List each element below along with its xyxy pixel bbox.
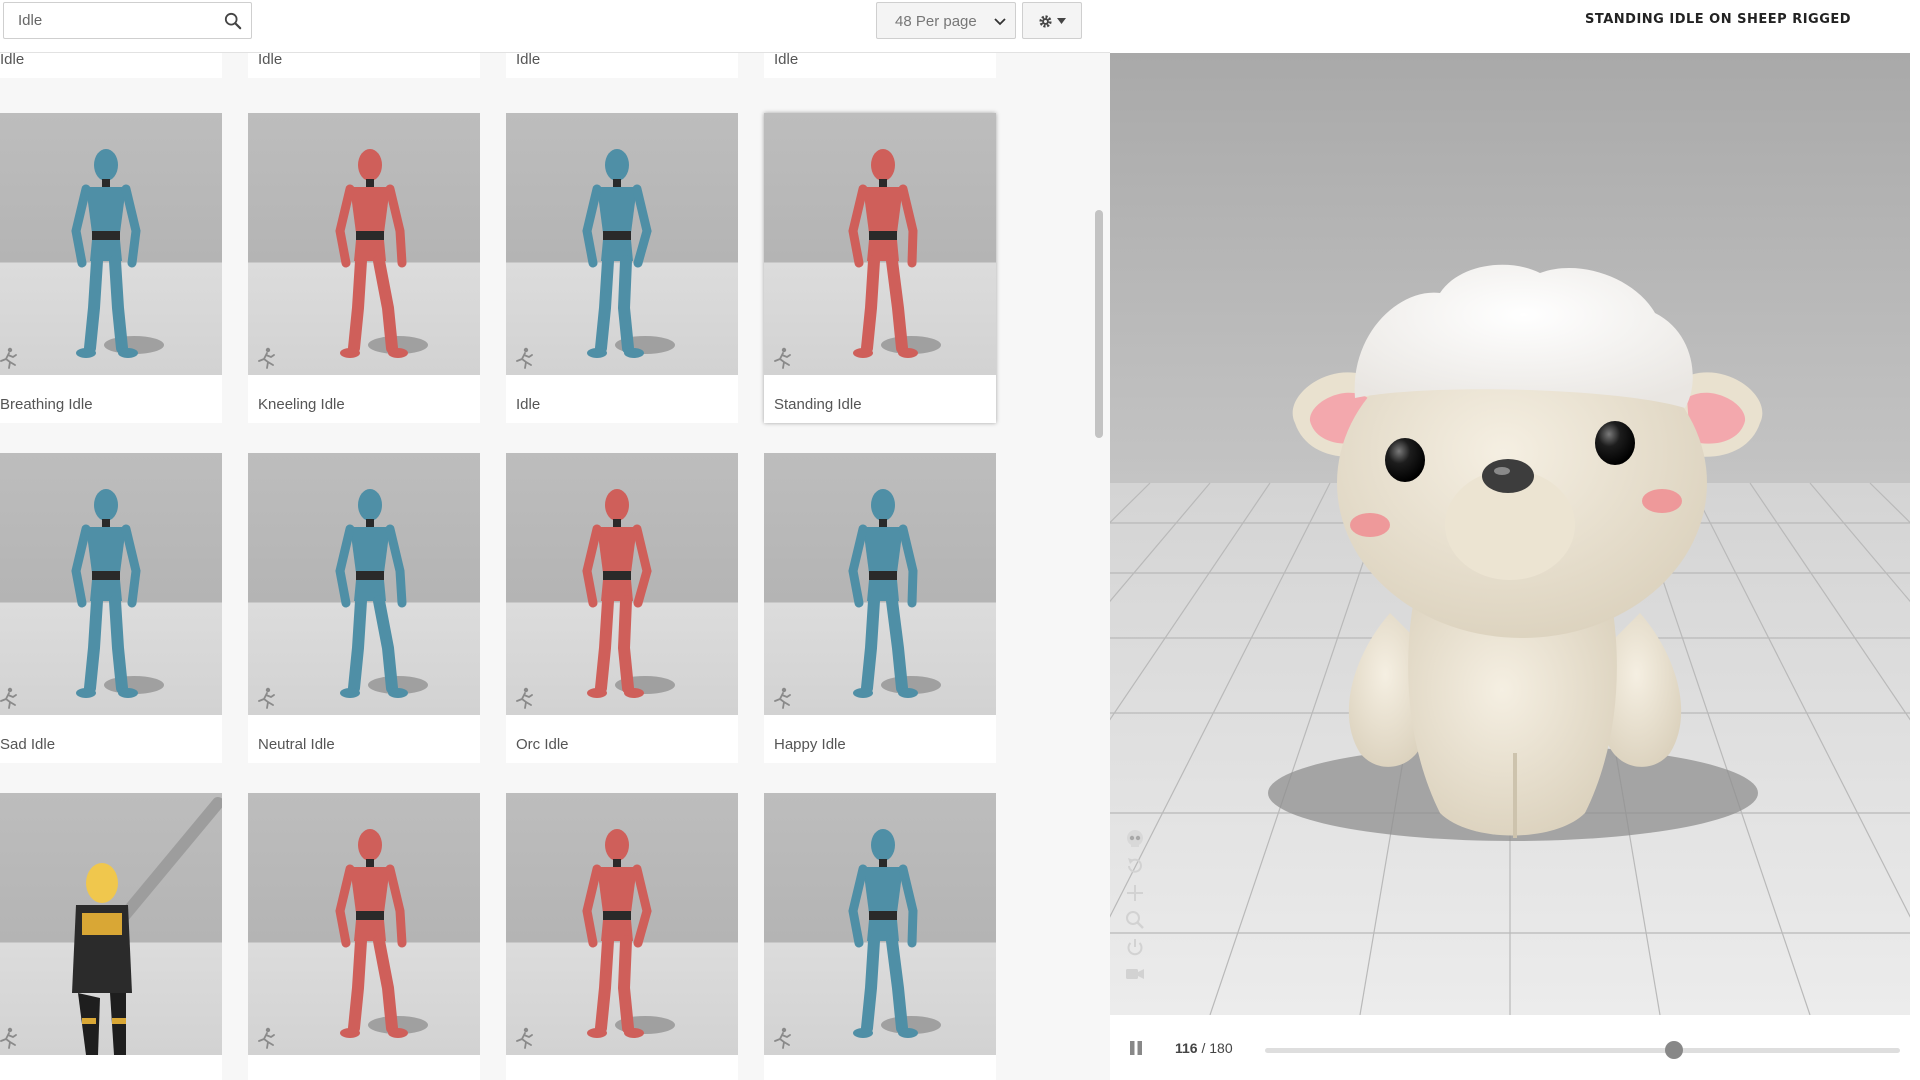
animation-name: Sad Idle xyxy=(0,736,56,753)
run-icon xyxy=(774,687,791,709)
search-icon[interactable] xyxy=(224,12,242,30)
total-frames: / 180 xyxy=(1201,1040,1233,1056)
animation-thumbnail[interactable] xyxy=(506,453,738,715)
run-icon xyxy=(258,1027,275,1049)
animation-name: Standing Idle xyxy=(774,396,862,413)
run-icon xyxy=(516,347,533,369)
run-icon xyxy=(774,347,791,369)
animation-name: Kneeling Idle xyxy=(258,396,345,413)
timeline-slider[interactable] xyxy=(1265,1048,1900,1053)
viewer-tools xyxy=(1124,828,1148,990)
settings-dropdown-button[interactable] xyxy=(1022,2,1082,39)
viewer-header: STANDING IDLE ON SHEEP RIGGED xyxy=(1110,0,1920,53)
chevron-down-icon xyxy=(994,18,1006,26)
animation-grid: Idle Idle Idle Idle Breathing Idle Kneeling I… xyxy=(0,53,1090,1080)
animation-browser: 48 Per page Idle Idle Idle Idle Breathing Id… xyxy=(0,0,1110,1080)
animation-thumbnail[interactable] xyxy=(506,793,738,1055)
character-preview xyxy=(582,489,675,698)
animation-card[interactable]: Neutral Idle xyxy=(248,453,480,763)
skull-icon[interactable] xyxy=(1124,828,1146,850)
animation-name: Idle xyxy=(0,53,25,68)
character-preview xyxy=(848,489,941,698)
animation-card[interactable]: Orc Idle xyxy=(506,453,738,763)
animation-thumbnail[interactable] xyxy=(248,113,480,375)
scrollbar-thumb[interactable] xyxy=(1095,210,1103,438)
caret-down-icon xyxy=(1057,18,1066,24)
animation-thumbnail[interactable] xyxy=(248,793,480,1055)
animation-name: Idle xyxy=(774,53,799,68)
animation-name: Idle xyxy=(516,396,541,413)
character-preview xyxy=(848,149,941,358)
animation-thumbnail[interactable] xyxy=(248,453,480,715)
character-preview xyxy=(71,149,164,358)
character-preview xyxy=(72,797,222,1055)
playback-bar: 116 / 180 xyxy=(1110,1015,1920,1080)
run-icon xyxy=(774,1027,791,1049)
per-page-select[interactable]: 48 Per page xyxy=(876,2,1016,39)
gear-icon xyxy=(1039,15,1052,28)
character-preview xyxy=(71,489,164,698)
search-box[interactable] xyxy=(3,2,252,39)
run-icon xyxy=(258,347,275,369)
run-icon xyxy=(0,687,17,709)
animation-title: STANDING IDLE ON SHEEP RIGGED xyxy=(1585,12,1852,27)
frame-counter: 116 / 180 xyxy=(1175,1040,1233,1056)
animation-name: Breathing Idle xyxy=(0,396,93,413)
run-icon xyxy=(258,687,275,709)
browse-toolbar: 48 Per page xyxy=(0,0,1110,53)
power-icon[interactable] xyxy=(1124,936,1146,958)
animation-thumbnail[interactable] xyxy=(0,113,222,375)
animation-thumbnail[interactable] xyxy=(506,113,738,375)
character-preview xyxy=(335,829,428,1038)
per-page-label: 48 Per page xyxy=(895,13,977,30)
rotate-icon[interactable] xyxy=(1124,855,1146,877)
timeline-slider-handle[interactable] xyxy=(1664,1041,1683,1059)
camera-icon[interactable] xyxy=(1124,963,1146,985)
animation-card[interactable]: Kneeling Idle xyxy=(248,113,480,423)
search-input[interactable] xyxy=(18,3,218,38)
animation-card[interactable] xyxy=(0,793,222,1080)
animation-name: Neutral Idle xyxy=(258,736,335,753)
character-preview xyxy=(582,149,675,358)
animation-card[interactable]: Sad Idle xyxy=(0,453,222,763)
animation-name: Idle xyxy=(258,53,283,68)
character-preview xyxy=(335,149,428,358)
animation-name: Orc Idle xyxy=(516,736,569,753)
animation-card[interactable]: Idle xyxy=(506,113,738,423)
animation-card[interactable] xyxy=(764,793,996,1080)
animation-card[interactable]: Idle xyxy=(0,53,222,78)
current-frame: 116 xyxy=(1175,1040,1198,1056)
scrollbar-track[interactable] xyxy=(1090,53,1110,1080)
zoom-icon[interactable] xyxy=(1124,909,1146,931)
run-icon xyxy=(516,687,533,709)
animation-name: Happy Idle xyxy=(774,736,846,753)
animation-card[interactable]: Happy Idle xyxy=(764,453,996,763)
animation-thumbnail[interactable] xyxy=(764,793,996,1055)
animation-card[interactable]: Idle xyxy=(506,53,738,78)
animation-thumbnail[interactable] xyxy=(0,453,222,715)
run-icon xyxy=(0,347,17,369)
character-preview xyxy=(335,489,428,698)
animation-card[interactable] xyxy=(248,793,480,1080)
animation-card[interactable]: Idle xyxy=(248,53,480,78)
animation-thumbnail[interactable] xyxy=(0,793,222,1055)
animation-name: Idle xyxy=(516,53,541,68)
character-preview xyxy=(582,829,675,1038)
model-viewer: STANDING IDLE ON SHEEP RIGGED 116 / 180 xyxy=(1110,0,1920,1080)
run-icon xyxy=(0,1027,17,1049)
pause-icon[interactable] xyxy=(1128,1040,1144,1056)
animation-card[interactable]: Idle xyxy=(764,53,996,78)
animation-thumbnail[interactable] xyxy=(764,453,996,715)
3d-viewport[interactable] xyxy=(1110,53,1910,1015)
animation-card[interactable]: Standing Idle xyxy=(764,113,996,423)
character-preview xyxy=(848,829,941,1038)
animation-card[interactable]: Breathing Idle xyxy=(0,113,222,423)
run-icon xyxy=(516,1027,533,1049)
move-icon[interactable] xyxy=(1124,882,1146,904)
animation-card[interactable] xyxy=(506,793,738,1080)
animation-thumbnail[interactable] xyxy=(764,113,996,375)
